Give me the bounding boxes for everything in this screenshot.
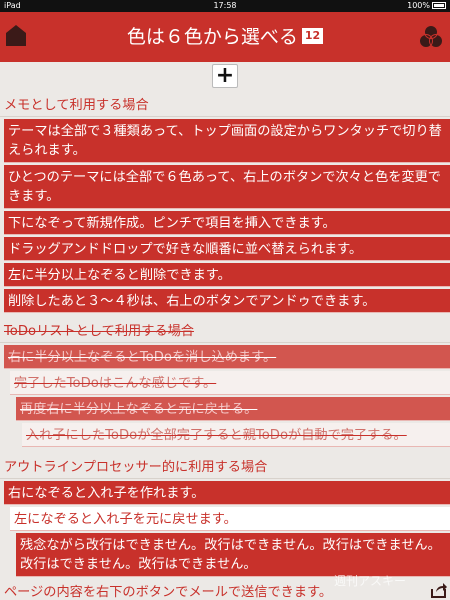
header-bar: 色は６色から選べる 12 (0, 12, 450, 62)
list-item[interactable]: 下になぞって新規作成。ピンチで項目を挿入できます。 (4, 211, 450, 235)
list-item[interactable]: 削除したあと３～４秒は、右上のボタンでアンドゥできます。 (4, 289, 450, 313)
color-palette-icon[interactable] (418, 24, 444, 50)
list-item[interactable]: 残念ながら改行はできません。改行はできません。改行はできません。改行はできません… (16, 533, 450, 577)
page-title: 色は６色から選べる 12 (0, 24, 450, 50)
list-item[interactable]: ドラッグアンドドロップで好きな順番に並べ替えられます。 (4, 237, 450, 261)
toolbar: + (0, 62, 450, 92)
list-item[interactable]: 左に半分以上なぞると削除できます。 (4, 263, 450, 287)
section-heading[interactable]: アウトラインプロセッサー的に利用する場合 (0, 455, 450, 479)
list-item[interactable]: 入れ子にしたToDoが全部完了すると親ToDoが自動で完了する。 (22, 423, 450, 447)
list-item[interactable]: 左になぞると入れ子を元に戻せます。 (10, 507, 450, 531)
section-heading[interactable]: メモとして利用する場合 (0, 93, 450, 117)
battery-percent: 100% (407, 1, 430, 10)
section-heading[interactable]: ToDoリストとして利用する場合 (0, 319, 450, 343)
clock: 17:58 (213, 1, 237, 10)
footer-text: ページの内容を右下のボタンでメールで送信できます。 (4, 585, 333, 600)
list-item[interactable]: 右に半分以上なぞるとToDoを消し込めます。 (4, 345, 450, 369)
status-bar: iPad 17:58 100% (0, 0, 450, 12)
list-item[interactable]: テーマは全部で３種類あって、トップ画面の設定からワンタッチで切り替えられます。 (4, 119, 450, 163)
watermark: 週刊アスキー (334, 574, 407, 588)
list-item[interactable]: 右になぞると入れ子を作れます。 (4, 481, 450, 505)
title-text: 色は６色から選べる (126, 26, 298, 48)
battery-icon (432, 2, 446, 9)
list-item[interactable]: 再度右に半分以上なぞると元に戻せる。 (16, 397, 450, 421)
battery-indicator: 100% (407, 0, 446, 12)
add-item-button[interactable]: + (212, 64, 238, 88)
list-item[interactable]: ひとつのテーマには全部で６色あって、右上のボタンで次々と色を変更できます。 (4, 165, 450, 209)
share-icon[interactable] (430, 581, 448, 599)
item-count-badge: 12 (301, 28, 324, 44)
list-item[interactable]: 完了したToDoはこんな感じです。 (10, 371, 450, 395)
